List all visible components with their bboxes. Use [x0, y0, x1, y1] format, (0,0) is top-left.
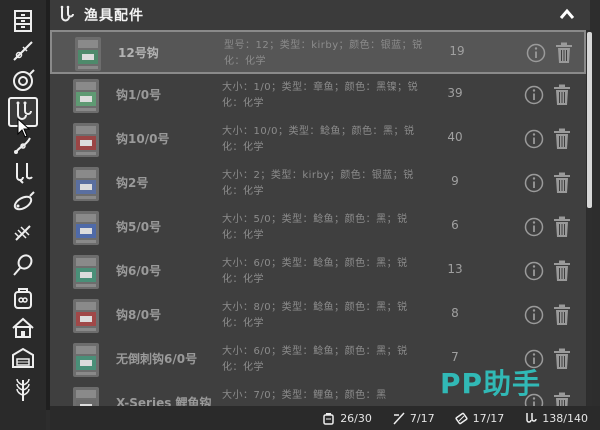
section-header: 渔具配件 [50, 0, 590, 30]
category-fly-icon[interactable] [8, 218, 38, 248]
info-icon[interactable] [524, 217, 544, 237]
category-plants-icon[interactable] [8, 375, 38, 405]
item-quantity: 6 [451, 218, 459, 232]
hook-package-thumbnail [68, 298, 104, 334]
hook-package-thumbnail [68, 78, 104, 114]
item-name: 钩8/0号 [116, 308, 162, 322]
info-icon[interactable] [524, 85, 544, 105]
item-quantity: 8 [451, 306, 459, 320]
stat-bag: 26/30 [322, 412, 372, 425]
category-storage-icon[interactable] [8, 6, 38, 36]
stat-tackle: 138/140 [524, 412, 588, 425]
item-description: 大小：2；类型：kirby；颜色：银蓝；锐化：化学 [222, 170, 414, 197]
item-description: 大小：6/0；类型：鲶鱼；颜色：黑；锐化：化学 [222, 258, 408, 285]
trash-icon[interactable] [555, 42, 573, 64]
section-title: 渔具配件 [84, 8, 144, 24]
trash-icon[interactable] [553, 392, 571, 406]
bag-icon [323, 412, 334, 425]
hook-package-thumbnail [68, 122, 104, 158]
category-home-icon[interactable] [8, 313, 38, 343]
trash-icon[interactable] [553, 260, 571, 282]
item-name: 钩5/0号 [116, 220, 162, 234]
item-name: 钩10/0号 [116, 132, 170, 146]
stat-bag-value: 26/30 [340, 411, 372, 425]
hook-package-thumbnail [68, 342, 104, 378]
item-list: 12号钩 型号：12；类型：kirby；颜色：银蓝；锐化：化学 19 钩1/0号 大小：… [50, 30, 586, 406]
trash-icon[interactable] [553, 304, 571, 326]
category-line-icon[interactable] [8, 130, 38, 160]
info-icon[interactable] [524, 261, 544, 281]
item-name: 12号钩 [118, 46, 159, 60]
item-name: X-Series 鲤鱼钩 [116, 396, 212, 406]
trash-icon[interactable] [553, 128, 571, 150]
tackle-header-icon [60, 5, 74, 22]
trash-icon[interactable] [553, 348, 571, 370]
hook-package-thumbnail [68, 254, 104, 290]
item-description: 大小：10/0；类型：鲶鱼；颜色：黑；锐化：化学 [222, 126, 415, 153]
item-description: 大小：7/0；类型：鲤鱼；颜色：黑 [222, 390, 387, 401]
category-bait-icon[interactable] [8, 283, 38, 313]
item-row[interactable]: 12号钩 型号：12；类型：kirby；颜色：银蓝；锐化：化学 19 [50, 30, 586, 74]
stat-lines-value: 17/17 [472, 411, 505, 425]
item-description: 大小：6/0；类型：鲶鱼；颜色：黑；锐化：化学 [222, 346, 408, 373]
hooks-icon [526, 412, 538, 423]
hook-package-thumbnail [68, 166, 104, 202]
line-spool-icon [455, 412, 468, 424]
item-quantity: 9 [451, 174, 459, 188]
hook-package-thumbnail [68, 210, 104, 246]
item-description: 大小：5/0；类型：鲶鱼；颜色：黑；锐化：化学 [222, 214, 408, 241]
stat-rods: 7/17 [392, 412, 435, 425]
info-icon[interactable] [524, 305, 544, 325]
category-hooks-icon[interactable] [8, 158, 38, 188]
item-quantity: 39 [447, 86, 463, 100]
info-icon[interactable] [526, 43, 546, 63]
category-reel-icon[interactable] [8, 66, 38, 96]
category-float-icon[interactable] [8, 250, 38, 280]
item-quantity: 19 [449, 44, 465, 58]
hook-package-thumbnail [70, 36, 106, 72]
trash-icon[interactable] [553, 216, 571, 238]
stat-tackle-value: 138/140 [542, 411, 588, 425]
stat-rods-value: 7/17 [409, 411, 435, 425]
rod-icon [393, 411, 405, 425]
item-row[interactable]: 钩5/0号 大小：5/0；类型：鲶鱼；颜色：黑；锐化：化学 6 [50, 206, 586, 250]
item-description: 大小：8/0；类型：鲶鱼；颜色：黑；锐化：化学 [222, 302, 408, 329]
watermark-text: PP助手 [440, 367, 542, 400]
scrollbar-thumb[interactable] [587, 32, 592, 208]
inventory-footer: 26/30 7/17 17/17 138/140 [50, 406, 600, 430]
item-row[interactable]: 钩8/0号 大小：8/0；类型：鲶鱼；颜色：黑；锐化：化学 8 [50, 294, 586, 338]
category-garage-icon[interactable] [8, 343, 38, 373]
trash-icon[interactable] [553, 172, 571, 194]
category-lure-icon[interactable] [8, 188, 38, 218]
category-sidebar [0, 0, 46, 430]
item-row[interactable]: 钩1/0号 大小：1/0；类型：章鱼；颜色：黑镍；锐化：化学 39 [50, 74, 586, 118]
item-description: 大小：1/0；类型：章鱼；颜色：黑镍；锐化：化学 [222, 82, 419, 109]
item-name: 钩2号 [116, 176, 149, 190]
stat-lines: 17/17 [455, 411, 505, 425]
item-quantity: 40 [447, 130, 463, 144]
item-row[interactable]: 钩2号 大小：2；类型：kirby；颜色：银蓝；锐化：化学 9 [50, 162, 586, 206]
item-name: 钩1/0号 [116, 88, 162, 102]
item-quantity: 13 [447, 262, 463, 276]
collapse-chevron-up-icon[interactable] [558, 6, 576, 24]
item-name: 钩6/0号 [116, 264, 162, 278]
category-rod-icon[interactable] [8, 36, 38, 66]
trash-icon[interactable] [553, 84, 571, 106]
item-description: 型号：12；类型：kirby；颜色：银蓝；锐化：化学 [224, 40, 423, 67]
item-row[interactable]: 钩6/0号 大小：6/0；类型：鲶鱼；颜色：黑；锐化：化学 13 [50, 250, 586, 294]
hook-package-thumbnail [68, 386, 104, 406]
item-name: 无倒刺钩6/0号 [116, 352, 198, 366]
info-icon[interactable] [524, 129, 544, 149]
info-icon[interactable] [524, 173, 544, 193]
item-row[interactable]: 钩10/0号 大小：10/0；类型：鲶鱼；颜色：黑；锐化：化学 40 [50, 118, 586, 162]
